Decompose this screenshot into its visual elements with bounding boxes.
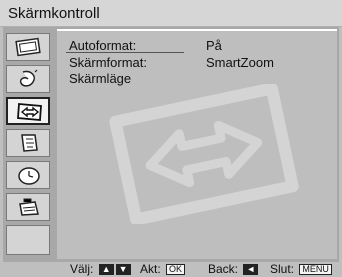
exit-label: Slut: bbox=[270, 262, 295, 276]
ok-key-icon: OK bbox=[166, 264, 186, 275]
sound-icon bbox=[19, 69, 38, 87]
footer-enter: Akt: OK bbox=[140, 262, 186, 276]
autoformat-label[interactable]: Autoformat: bbox=[69, 38, 136, 53]
menu-item-picture[interactable] bbox=[6, 33, 50, 61]
footer-back: Back: ◄ bbox=[208, 262, 259, 276]
panel-highlight bbox=[57, 29, 337, 31]
footer-help-bar: Välj: ▲ ▼ Akt: OK Back: ◄ Slut: MENU bbox=[0, 262, 342, 277]
screen-control-icon bbox=[17, 103, 42, 121]
timer-icon bbox=[18, 167, 40, 185]
picture-adjust-icon bbox=[15, 37, 41, 57]
window-title: Skärmkontroll bbox=[8, 5, 100, 22]
menu-item-screen-control[interactable] bbox=[6, 97, 50, 125]
title-bar: Skärmkontroll bbox=[0, 0, 342, 27]
screen-format-value[interactable]: SmartZoom bbox=[206, 55, 274, 70]
down-key-icon: ▼ bbox=[115, 264, 131, 275]
selection-underline bbox=[66, 52, 184, 53]
menu-icon-column bbox=[4, 29, 53, 259]
screen-mode-label[interactable]: Skärmläge bbox=[69, 71, 131, 86]
menu-item-timer[interactable] bbox=[6, 161, 50, 189]
background-screen-icon bbox=[109, 84, 299, 224]
footer-select: Välj: ▲ ▼ bbox=[70, 262, 131, 276]
menu-key-icon: MENU bbox=[299, 264, 332, 275]
enter-label: Akt: bbox=[140, 262, 161, 276]
autoformat-value[interactable]: På bbox=[206, 38, 222, 53]
menu-item-setup[interactable] bbox=[6, 129, 50, 157]
back-key-icon: ◄ bbox=[243, 264, 259, 275]
up-key-icon: ▲ bbox=[98, 264, 114, 275]
options-icon bbox=[19, 198, 39, 216]
menu-item-sound[interactable] bbox=[6, 65, 50, 93]
setup-icon bbox=[21, 134, 38, 152]
select-label: Välj: bbox=[70, 262, 94, 276]
back-label: Back: bbox=[208, 262, 239, 276]
menu-item-empty bbox=[6, 225, 50, 255]
menu-item-options[interactable] bbox=[6, 193, 50, 221]
footer-exit: Slut: MENU bbox=[270, 262, 332, 276]
screen-format-label[interactable]: Skärmformat: bbox=[69, 55, 147, 70]
